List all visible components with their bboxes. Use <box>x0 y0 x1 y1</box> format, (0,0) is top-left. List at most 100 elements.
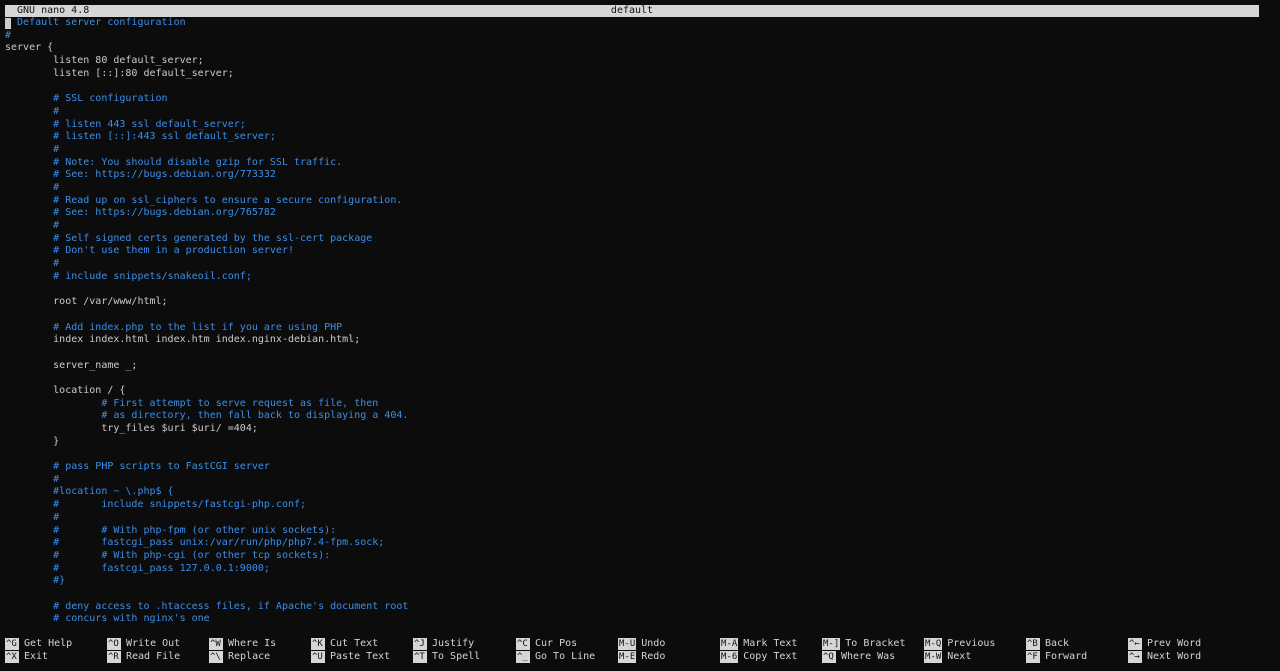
editor-line[interactable] <box>5 309 1265 322</box>
editor-line[interactable] <box>5 588 1265 601</box>
shortcut-label: Copy Text <box>743 651 798 662</box>
editor-line[interactable]: root /var/www/html; <box>5 296 1265 309</box>
editor-line[interactable]: # Note: You should disable gzip for SSL … <box>5 157 1265 170</box>
shortcut-item[interactable]: ^W Where Is <box>209 638 276 650</box>
editor-line[interactable]: # # With php-cgi (or other tcp sockets): <box>5 550 1265 563</box>
editor-line[interactable]: # pass PHP scripts to FastCGI server <box>5 461 1265 474</box>
shortcut-item[interactable]: M-W Next <box>924 651 971 663</box>
shortcut-key: ^J <box>413 638 427 650</box>
shortcut-item[interactable]: ^\ Replace <box>209 651 270 663</box>
shortcut-label: Where Was <box>841 651 896 662</box>
editor-line[interactable]: # <box>5 30 1265 43</box>
shortcut-key: ^C <box>516 638 530 650</box>
editor-line[interactable]: # # With php-fpm (or other unix sockets)… <box>5 525 1265 538</box>
editor-line[interactable]: # See: https://bugs.debian.org/773332 <box>5 169 1265 182</box>
shortcut-item[interactable]: ^T To Spell <box>413 651 480 663</box>
editor-line[interactable]: # Add index.php to the list if you are u… <box>5 322 1265 335</box>
shortcut-column: ^← Prev Word ^→ Next Word <box>1128 638 1230 666</box>
shortcut-label: Cur Pos <box>535 638 578 649</box>
shortcut-key: ^\ <box>209 651 223 663</box>
shortcut-key: ^T <box>413 651 427 663</box>
shortcut-label: Justify <box>432 638 475 649</box>
editor-line[interactable]: # listen 443 ssl default_server; <box>5 119 1265 132</box>
editor-line[interactable] <box>5 448 1265 461</box>
shortcut-item[interactable]: M-A Mark Text <box>720 638 797 650</box>
editor-line[interactable]: } <box>5 436 1265 449</box>
editor-line[interactable] <box>5 372 1265 385</box>
shortcut-item[interactable]: ^→ Next Word <box>1128 651 1201 663</box>
shortcut-label: Forward <box>1045 651 1088 662</box>
shortcut-item[interactable]: ^R Read File <box>107 651 180 663</box>
shortcut-item[interactable]: ^U Paste Text <box>311 651 390 663</box>
shortcut-label: To Spell <box>432 651 481 662</box>
editor-line[interactable]: try_files $uri $uri/ =404; <box>5 423 1265 436</box>
editor-line[interactable] <box>5 80 1265 93</box>
editor-line[interactable]: server_name _; <box>5 360 1265 373</box>
shortcut-item[interactable]: ^C Cur Pos <box>516 638 577 650</box>
shortcut-column: M-] To Bracket ^Q Where Was <box>822 638 924 666</box>
editor-line[interactable]: # deny access to .htaccess files, if Apa… <box>5 601 1265 614</box>
editor-buffer[interactable]: # Default server configuration # server { … <box>5 17 1265 629</box>
editor-line[interactable]: # First attempt to serve request as file… <box>5 398 1265 411</box>
shortcut-item[interactable]: M-] To Bracket <box>822 638 905 650</box>
shortcut-bar: ^G Get Help ^X Exit ^O Write Out ^R Read File ^W… <box>5 638 1275 666</box>
editor-line[interactable]: #} <box>5 575 1265 588</box>
shortcut-column: ^J Justify ^T To Spell <box>413 638 515 666</box>
shortcut-item[interactable]: ^O Write Out <box>107 638 180 650</box>
shortcut-label: Back <box>1045 638 1070 649</box>
shortcut-item[interactable]: M-U Undo <box>618 638 665 650</box>
editor-line[interactable]: # <box>5 220 1265 233</box>
editor-line[interactable]: server { <box>5 42 1265 55</box>
editor-line[interactable]: # listen [::]:443 ssl default_server; <box>5 131 1265 144</box>
shortcut-item[interactable]: ^K Cut Text <box>311 638 378 650</box>
editor-line[interactable] <box>5 283 1265 296</box>
editor-line[interactable]: # concurs with nginx's one <box>5 613 1265 626</box>
shortcut-item[interactable]: ^X Exit <box>5 651 48 663</box>
shortcut-label: Replace <box>228 651 271 662</box>
shortcut-label: Undo <box>641 638 666 649</box>
editor-line[interactable] <box>5 347 1265 360</box>
editor-line[interactable]: # SSL configuration <box>5 93 1265 106</box>
shortcut-label: Next Word <box>1147 651 1202 662</box>
shortcut-item[interactable]: M-6 Copy Text <box>720 651 797 663</box>
shortcut-label: Cut Text <box>330 638 379 649</box>
editor-line[interactable]: # See: https://bugs.debian.org/765782 <box>5 207 1265 220</box>
shortcut-key: ^Q <box>822 651 836 663</box>
shortcut-column: M-U Undo M-E Redo <box>618 638 720 666</box>
editor-line[interactable]: # include snippets/fastcgi-php.conf; <box>5 499 1265 512</box>
editor-line[interactable]: location / { <box>5 385 1265 398</box>
editor-line[interactable]: # as directory, then fall back to displa… <box>5 410 1265 423</box>
editor-line[interactable]: listen [::]:80 default_server; <box>5 68 1265 81</box>
shortcut-label: Paste Text <box>330 651 391 662</box>
editor-line[interactable]: # fastcgi_pass unix:/var/run/php/php7.4-… <box>5 537 1265 550</box>
editor-line[interactable]: # fastcgi_pass 127.0.0.1:9000; <box>5 563 1265 576</box>
title-bar: GNU nano 4.8 default <box>5 5 1259 17</box>
editor-line[interactable]: # <box>5 258 1265 271</box>
editor-line[interactable]: index index.html index.htm index.nginx-d… <box>5 334 1265 347</box>
editor-line[interactable]: # include snippets/snakeoil.conf; <box>5 271 1265 284</box>
editor-line[interactable]: #location ~ \.php$ { <box>5 486 1265 499</box>
shortcut-item[interactable]: ^J Justify <box>413 638 474 650</box>
shortcut-item[interactable]: M-Q Previous <box>924 638 995 650</box>
editor-line[interactable]: listen 80 default_server; <box>5 55 1265 68</box>
editor-line[interactable]: # Default server configuration <box>5 17 1265 30</box>
shortcut-item[interactable]: ^Q Where Was <box>822 651 895 663</box>
shortcut-item[interactable]: M-E Redo <box>618 651 665 663</box>
shortcut-label: Write Out <box>126 638 181 649</box>
editor-line[interactable]: # <box>5 474 1265 487</box>
shortcut-label: Get Help <box>24 638 73 649</box>
shortcut-item[interactable]: ^F Forward <box>1026 651 1087 663</box>
editor-line[interactable]: # <box>5 182 1265 195</box>
shortcut-item[interactable]: ^← Prev Word <box>1128 638 1201 650</box>
shortcut-item[interactable]: ^_ Go To Line <box>516 651 595 663</box>
editor-line[interactable]: # Read up on ssl_ciphers to ensure a sec… <box>5 195 1265 208</box>
editor-line[interactable]: # Don't use them in a production server! <box>5 245 1265 258</box>
editor-line[interactable]: # Self signed certs generated by the ssl… <box>5 233 1265 246</box>
editor-line[interactable]: # <box>5 106 1265 119</box>
editor-line[interactable]: # <box>5 512 1265 525</box>
shortcut-key: ^W <box>209 638 223 650</box>
shortcut-item[interactable]: ^G Get Help <box>5 638 72 650</box>
shortcut-item[interactable]: ^B Back <box>1026 638 1069 650</box>
editor-line[interactable]: # <box>5 144 1265 157</box>
shortcut-label: Exit <box>24 651 49 662</box>
